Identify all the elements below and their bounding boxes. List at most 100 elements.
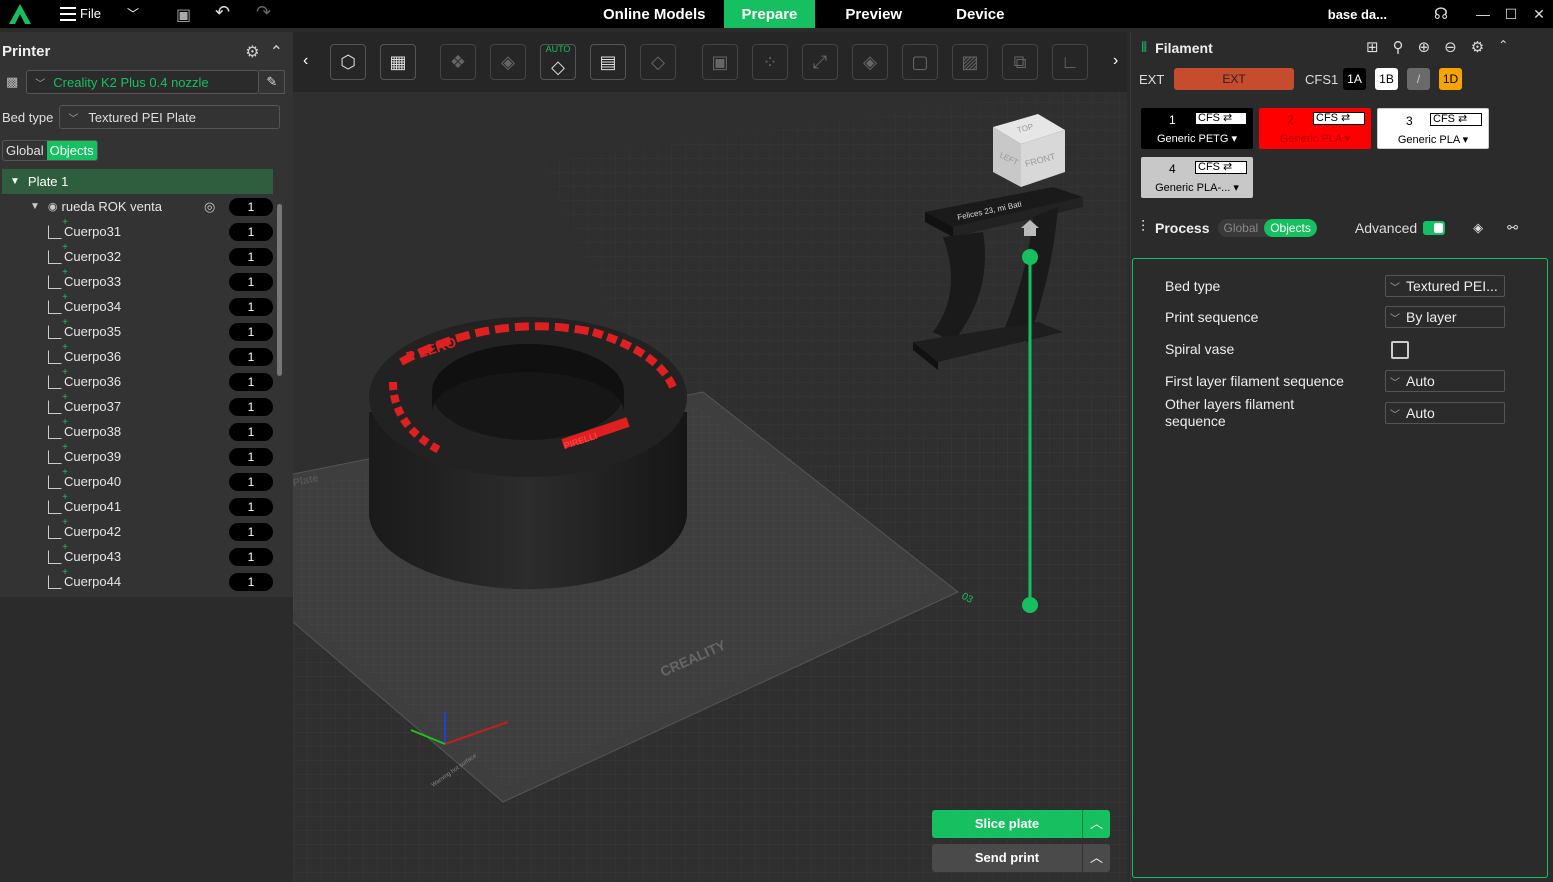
object-row[interactable]: ▼ ◉ rueda ROK venta ◎ 1 (0, 194, 283, 219)
toolbar-scroll-left-icon[interactable]: ‹ (303, 52, 308, 70)
collapse-icon[interactable]: ⌃ (270, 42, 283, 62)
part-count[interactable]: 1 (229, 272, 273, 291)
undo-icon[interactable]: ↶ (215, 2, 230, 23)
filament-name[interactable]: Generic PETG ▾ (1141, 132, 1253, 145)
chevron-up-icon[interactable]: ︿ (1083, 844, 1110, 872)
part-row[interactable]: Cuerpo31 1 (0, 217, 283, 244)
tab-prepare[interactable]: Prepare (723, 0, 816, 28)
part-count[interactable]: 1 (229, 547, 273, 566)
printer-settings-icon[interactable]: ⚙ (245, 42, 259, 62)
filament-card-3[interactable]: 3 CFS ⇄ Generic PLA ▾ (1377, 108, 1489, 149)
filament-card-2[interactable]: 2 CFS ⇄ Generic PLA ▾ (1259, 108, 1371, 149)
toggle-global[interactable]: Global (3, 141, 47, 160)
eye-icon[interactable]: ◉ (48, 200, 58, 213)
nozzle-icon[interactable]: ⚲ (1393, 38, 1404, 56)
tree-scrollbar[interactable] (277, 204, 282, 376)
auto-orient-button[interactable]: AUTO ◇ (540, 44, 576, 80)
expand-icon[interactable]: ▼ (10, 176, 20, 187)
arrange-button[interactable]: ❖ (440, 44, 476, 80)
tab-online-models[interactable]: Online Models (585, 0, 724, 28)
part-count[interactable]: 1 (229, 522, 273, 541)
cfs-slot-1b[interactable]: 1B (1375, 68, 1398, 90)
plate-row[interactable]: ▼ Plate 1 (2, 169, 273, 194)
minimize-icon[interactable]: — (1469, 6, 1497, 22)
part-row[interactable]: Cuerpo39 1 (0, 442, 283, 469)
part-count[interactable]: 1 (229, 322, 273, 341)
slice-plate-button[interactable]: Slice plate ︿ (932, 810, 1110, 838)
add-plate-button[interactable]: ▦ (380, 44, 416, 80)
part-count[interactable]: 1 (229, 297, 273, 316)
compare-icon[interactable]: ◈ (1473, 220, 1483, 236)
filament-name[interactable]: Generic PLA ▾ (1259, 132, 1371, 145)
tab-preview[interactable]: Preview (815, 0, 920, 28)
object-count[interactable]: 1 (229, 197, 273, 216)
spiral-vase-checkbox[interactable] (1391, 341, 1409, 359)
send-print-button[interactable]: Send print ︿ (932, 844, 1110, 872)
part-row[interactable]: Cuerpo37 1 (0, 392, 283, 419)
split-parts-button[interactable]: ⁘ (752, 44, 788, 80)
layers-button[interactable]: ◈ (852, 44, 888, 80)
filament-card-1[interactable]: 1 CFS ⇄ Generic PETG ▾ (1141, 108, 1253, 149)
toggle-objects[interactable]: Objects (46, 141, 97, 160)
part-count[interactable]: 1 (229, 422, 273, 441)
add-model-button[interactable]: ⬡ (330, 44, 366, 80)
add-filament-icon[interactable]: ⊕ (1418, 38, 1431, 56)
part-row[interactable]: Cuerpo42 1 (0, 517, 283, 544)
cut-button[interactable]: ▨ (952, 44, 988, 80)
proc-toggle-objects[interactable]: Objects (1264, 219, 1317, 237)
chevron-down-icon[interactable]: ﹀ (127, 5, 139, 22)
proc-toggle-global[interactable]: Global (1218, 219, 1265, 237)
filament-settings-icon[interactable]: ⚙ (1471, 38, 1484, 56)
part-count[interactable]: 1 (229, 397, 273, 416)
file-menu[interactable]: File ﹀ (60, 5, 139, 22)
part-count[interactable]: 1 (229, 447, 273, 466)
support-icon[interactable]: ☊ (1427, 4, 1455, 24)
filament-name[interactable]: Generic PLA-... ▾ (1141, 181, 1253, 194)
part-row[interactable]: Cuerpo36 1 (0, 367, 283, 394)
part-count[interactable]: 1 (229, 222, 273, 241)
filament-card-4[interactable]: 4 CFS ⇄ Generic PLA-... ▾ (1141, 157, 1253, 198)
advanced-toggle[interactable] (1423, 221, 1446, 235)
part-count[interactable]: 1 (229, 572, 273, 591)
cfs-slot-1d[interactable]: 1D (1439, 68, 1462, 90)
tire-model[interactable]: P ZERO PIRELLI (369, 317, 687, 589)
part-count[interactable]: 1 (229, 347, 273, 366)
paint-button[interactable]: ◇ (640, 44, 676, 80)
part-row[interactable]: Cuerpo36 1 (0, 342, 283, 369)
maximize-icon[interactable]: ☐ (1497, 6, 1525, 23)
filament-cfs-badge[interactable]: CFS ⇄ (1195, 161, 1247, 174)
filament-cfs-badge[interactable]: CFS ⇄ (1195, 112, 1247, 125)
paint-icon[interactable]: ◎ (204, 199, 215, 215)
part-row[interactable]: Cuerpo38 1 (0, 417, 283, 444)
part-count[interactable]: 1 (229, 247, 273, 266)
printer-select[interactable]: ﹀ Creality K2 Plus 0.4 nozzle (26, 70, 260, 94)
redo-icon[interactable]: ↷ (256, 2, 271, 23)
filament-cfs-badge[interactable]: CFS ⇄ (1430, 113, 1482, 126)
bed-type-select[interactable]: ﹀ Textured PEI Plate (59, 105, 281, 129)
account-name[interactable]: base da... (1328, 7, 1387, 22)
expand-icon[interactable]: ▼ (30, 201, 40, 212)
part-count[interactable]: 1 (229, 497, 273, 516)
collapse-icon[interactable]: ⌃ (1498, 38, 1508, 56)
share-icon[interactable]: ⚯ (1507, 220, 1518, 236)
toolbar-scroll-right-icon[interactable]: › (1113, 52, 1118, 70)
part-row[interactable]: Cuerpo44 1 (0, 567, 283, 594)
part-row[interactable]: Cuerpo43 1 (0, 542, 283, 569)
filament-cfs-badge[interactable]: CFS ⇄ (1313, 112, 1365, 125)
part-count[interactable]: 1 (229, 372, 273, 391)
layer-slider-bottom-handle[interactable] (1022, 597, 1038, 613)
first-layer-sequence-select[interactable]: ﹀ Auto (1385, 370, 1505, 392)
other-layers-sequence-select[interactable]: ﹀ Auto (1385, 402, 1505, 424)
orient-button[interactable]: ◈ (490, 44, 526, 80)
scale-button[interactable]: ⤢ (802, 44, 838, 80)
part-row[interactable]: Cuerpo34 1 (0, 292, 283, 319)
measure-button[interactable]: ∟ (1052, 44, 1088, 80)
part-row[interactable]: Cuerpo35 1 (0, 317, 283, 344)
part-row[interactable]: Cuerpo41 1 (0, 492, 283, 519)
layer-slider-top-handle[interactable] (1022, 249, 1038, 265)
part-row[interactable]: Cuerpo32 1 (0, 242, 283, 269)
box-button[interactable]: ▢ (902, 44, 938, 80)
split-plate-button[interactable]: ▤ (590, 44, 626, 80)
boolean-button[interactable]: ⧉ (1002, 44, 1038, 80)
edit-printer-button[interactable]: ✎ (259, 70, 286, 94)
